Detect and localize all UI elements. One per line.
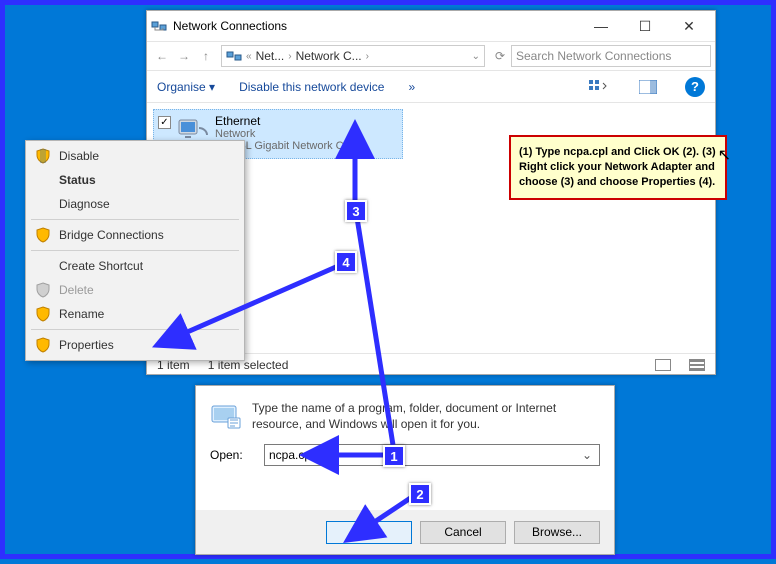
open-value: ncpa.cpl xyxy=(269,448,579,462)
ctx-shortcut[interactable]: Create Shortcut xyxy=(29,254,241,278)
dropdown-icon[interactable]: ⌄ xyxy=(579,448,595,462)
ctx-separator xyxy=(31,329,239,330)
close-button[interactable]: ✕ xyxy=(667,12,711,40)
run-description: Type the name of a program, folder, docu… xyxy=(252,400,600,432)
marker-1: 1 xyxy=(383,445,405,467)
instruction-box: (1) Type ncpa.cpl and Click OK (2). (3) … xyxy=(509,135,727,200)
breadcrumb-1[interactable]: Net... xyxy=(256,49,285,63)
refresh-button[interactable]: ⟳ xyxy=(489,45,511,67)
open-label: Open: xyxy=(210,448,254,462)
ctx-status[interactable]: Status xyxy=(29,168,241,192)
ctx-bridge[interactable]: Bridge Connections xyxy=(29,223,241,247)
dropdown-icon[interactable]: ⌄ xyxy=(472,51,480,62)
ctx-diagnose[interactable]: Diagnose xyxy=(29,192,241,216)
shield-icon xyxy=(35,337,51,353)
address-bar[interactable]: « Net... › Network C... › ⌄ xyxy=(221,45,485,67)
ctx-properties[interactable]: Properties xyxy=(29,333,241,357)
run-icon xyxy=(210,400,242,432)
titlebar[interactable]: Network Connections — ☐ ✕ xyxy=(147,11,715,41)
preview-pane-button[interactable] xyxy=(635,76,661,98)
up-button[interactable]: ↑ xyxy=(195,45,217,67)
shield-icon xyxy=(35,282,51,298)
ctx-disable[interactable]: Disable xyxy=(29,144,241,168)
shield-icon xyxy=(35,227,51,243)
marker-2: 2 xyxy=(409,483,431,505)
adapter-checkbox[interactable]: ✓ xyxy=(158,116,171,129)
shield-icon xyxy=(35,306,51,322)
ctx-separator xyxy=(31,219,239,220)
cancel-button[interactable]: Cancel xyxy=(420,521,506,544)
more-cmd-chevron[interactable]: » xyxy=(408,80,415,94)
view-icons-button[interactable] xyxy=(585,76,611,98)
breadcrumb-sep: « xyxy=(246,51,252,62)
ctx-separator xyxy=(31,250,239,251)
ok-button[interactable]: OK xyxy=(326,521,412,544)
search-placeholder: Search Network Connections xyxy=(516,49,671,63)
navbar: ← → ↑ « Net... › Network C... › ⌄ ⟳ Sear… xyxy=(147,41,715,71)
breadcrumb-2[interactable]: Network C... xyxy=(296,49,362,63)
button-row: OK Cancel Browse... xyxy=(196,510,614,554)
shield-icon xyxy=(35,148,51,164)
command-bar: Organise ▾ Disable this network device »… xyxy=(147,71,715,103)
browse-button[interactable]: Browse... xyxy=(514,521,600,544)
icons-view-icon[interactable] xyxy=(689,359,705,371)
adapter-name: Ethernet xyxy=(215,114,395,128)
run-dialog: Type the name of a program, folder, docu… xyxy=(195,385,615,555)
search-input[interactable]: Search Network Connections xyxy=(511,45,711,67)
back-button[interactable]: ← xyxy=(151,45,173,67)
netconn-icon xyxy=(151,18,167,34)
chevron-right-icon: › xyxy=(288,51,291,62)
window-title: Network Connections xyxy=(173,19,579,33)
open-input[interactable]: ncpa.cpl ⌄ xyxy=(264,444,600,466)
ctx-delete: Delete xyxy=(29,278,241,302)
chevron-right-icon: › xyxy=(366,51,369,62)
marker-3: 3 xyxy=(345,200,367,222)
forward-button[interactable]: → xyxy=(173,45,195,67)
marker-4: 4 xyxy=(335,251,357,273)
help-button[interactable]: ? xyxy=(685,77,705,97)
organise-menu[interactable]: Organise ▾ xyxy=(157,80,215,94)
context-menu: Disable Status Diagnose Bridge Connectio… xyxy=(25,140,245,361)
netconn-icon xyxy=(226,48,242,64)
adapter-network: Network xyxy=(215,128,395,140)
maximize-button[interactable]: ☐ xyxy=(623,12,667,40)
ctx-rename[interactable]: Rename xyxy=(29,302,241,326)
details-view-icon[interactable] xyxy=(655,359,671,371)
disable-device-cmd[interactable]: Disable this network device xyxy=(239,80,384,94)
cursor-icon: ↖ xyxy=(718,145,731,165)
minimize-button[interactable]: — xyxy=(579,12,623,40)
